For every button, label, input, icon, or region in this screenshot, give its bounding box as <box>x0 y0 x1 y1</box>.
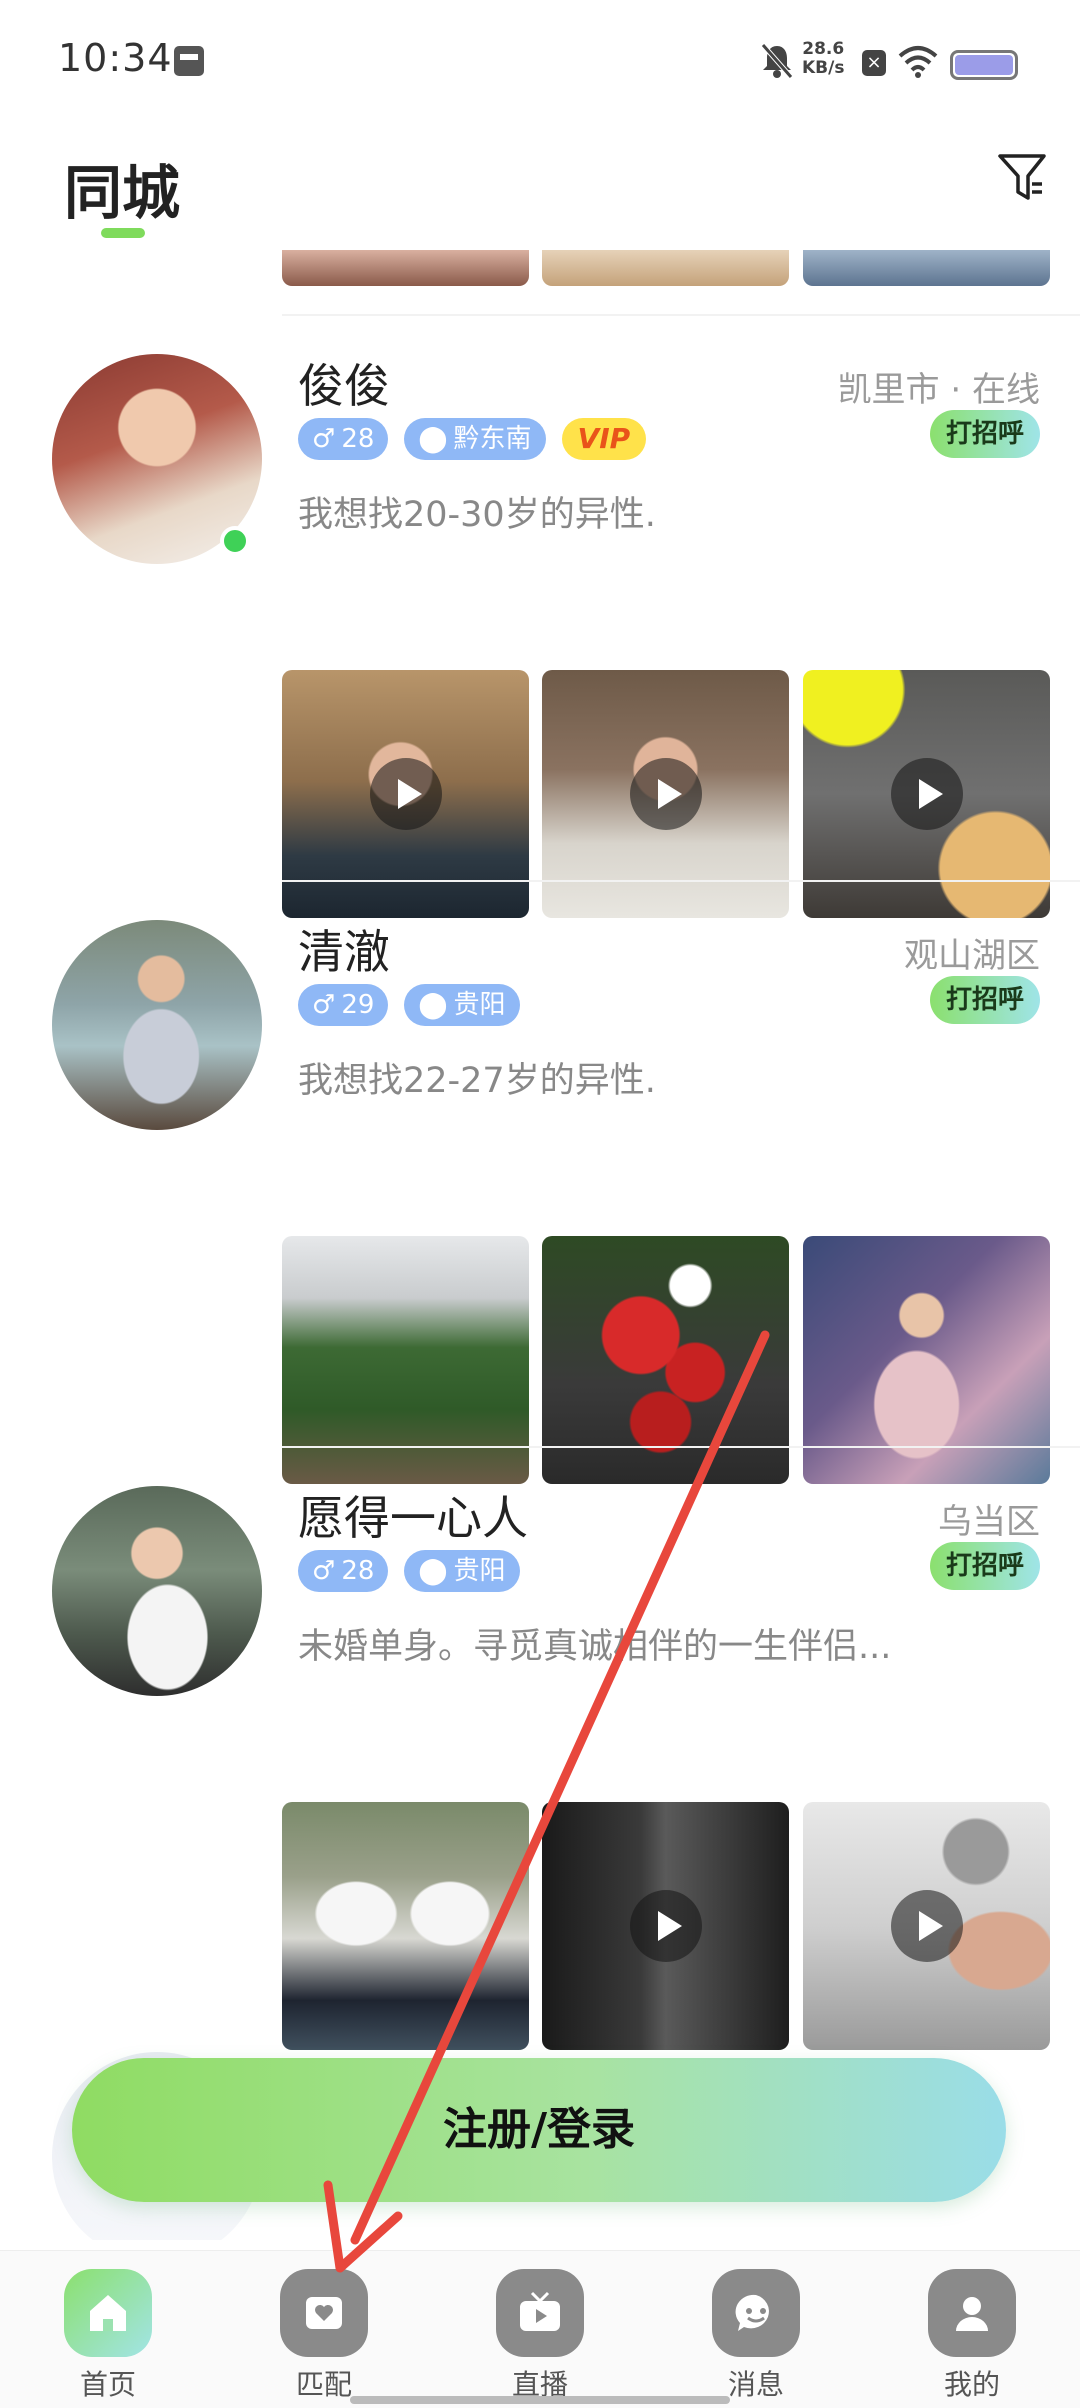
photo-thumbnail[interactable] <box>282 1802 529 2050</box>
battery-icon <box>950 50 1018 80</box>
user-tags: ♂ 28 ⬤ 贵阳 <box>298 1550 520 1592</box>
location-pin-icon: ⬤ <box>418 1556 448 1586</box>
home-icon <box>64 2269 152 2357</box>
tab-indicator <box>101 228 145 238</box>
register-login-button[interactable]: 注册/登录 <box>72 2058 1006 2202</box>
divider <box>282 880 1080 882</box>
video-thumbnail[interactable] <box>803 1802 1050 2050</box>
nav-item-match[interactable]: 匹配 <box>264 2265 384 2401</box>
user-location: 凯里市 · 在线 <box>837 370 1040 410</box>
status-bar: 10:34 28.6 KB/s × <box>0 0 1080 120</box>
media-row <box>282 1802 1050 2050</box>
user-bio: 我想找20-30岁的异性. <box>298 495 656 535</box>
user-feed[interactable]: 俊俊 凯里市 · 在线 ♂ 28 ⬤ 黔东南 VIP 打招呼 我想找20-30岁的异… <box>0 250 1080 2240</box>
play-icon <box>891 1890 963 1962</box>
online-status-dot <box>220 526 250 556</box>
region-tag: ⬤ 黔东南 <box>404 418 546 460</box>
avatar[interactable] <box>52 920 262 1130</box>
nav-item-messages[interactable]: 消息 <box>696 2265 816 2401</box>
user-name[interactable]: 清澈 <box>298 916 390 982</box>
user-name[interactable]: 俊俊 <box>298 350 390 416</box>
user-bio: 我想找22-27岁的异性. <box>298 1061 656 1101</box>
home-indicator <box>350 2396 730 2404</box>
user-location: 乌当区 <box>938 1502 1040 1542</box>
region-value: 黔东南 <box>453 424 532 454</box>
net-speed-value: 28.6 <box>802 39 845 59</box>
region-value: 贵阳 <box>453 1556 506 1586</box>
divider <box>282 1446 1080 1448</box>
location-pin-icon: ⬤ <box>418 990 448 1020</box>
location-pin-icon: ⬤ <box>418 424 448 454</box>
live-tv-icon <box>496 2269 584 2357</box>
page-title[interactable]: 同城 <box>64 146 180 230</box>
age-value: 28 <box>341 424 375 454</box>
user-bio: 未婚单身。寻觅真诚相伴的一生伴侣... <box>298 1627 892 1667</box>
wifi-icon <box>898 46 938 78</box>
male-icon: ♂ <box>312 1556 336 1586</box>
no-sim-icon: × <box>862 50 886 76</box>
age-tag: ♂ 28 <box>298 1550 389 1592</box>
bottom-navigation: 首页 匹配 直播 消息 我的 <box>0 2250 1080 2408</box>
age-value: 29 <box>341 990 375 1020</box>
age-tag: ♂ 28 <box>298 418 389 460</box>
message-icon <box>712 2269 800 2357</box>
nav-label: 我的 <box>943 2368 1000 2401</box>
play-icon <box>891 758 963 830</box>
media-thumbnail[interactable] <box>803 250 1050 286</box>
nav-label: 首页 <box>79 2368 136 2401</box>
play-icon <box>370 758 442 830</box>
user-card[interactable]: 俊俊 凯里市 · 在线 ♂ 28 ⬤ 黔东南 VIP 打招呼 我想找20-30岁的异… <box>0 318 1080 918</box>
user-name[interactable]: 愿得一心人 <box>298 1482 528 1548</box>
media-thumbnail[interactable] <box>282 250 529 286</box>
play-icon <box>630 1890 702 1962</box>
age-tag: ♂ 29 <box>298 984 389 1026</box>
greet-button[interactable]: 打招呼 <box>929 1542 1040 1590</box>
media-thumbnail[interactable] <box>542 250 789 286</box>
vip-badge: VIP <box>561 418 647 460</box>
mute-bell-icon <box>761 43 793 79</box>
age-value: 28 <box>341 1556 375 1586</box>
network-speed: 28.6 KB/s <box>802 40 844 78</box>
net-speed-unit: KB/s <box>802 58 845 78</box>
status-time: 10:34 <box>58 36 173 80</box>
nav-item-home[interactable]: 首页 <box>48 2265 168 2401</box>
match-icon <box>280 2269 368 2357</box>
male-icon: ♂ <box>312 424 336 454</box>
avatar[interactable] <box>52 1486 262 1696</box>
region-value: 贵阳 <box>453 990 506 1020</box>
notification-icon <box>174 46 204 76</box>
play-icon <box>630 758 702 830</box>
user-card[interactable]: 愿得一心人 乌当区 ♂ 28 ⬤ 贵阳 打招呼 未婚单身。寻觅真诚相伴的一生伴侣..… <box>0 1450 1080 2050</box>
divider <box>282 314 1080 316</box>
user-tags: ♂ 29 ⬤ 贵阳 <box>298 984 520 1026</box>
user-card[interactable]: 清澈 观山湖区 ♂ 29 ⬤ 贵阳 打招呼 我想找22-27岁的异性. <box>0 884 1080 1484</box>
video-thumbnail[interactable] <box>542 1802 789 2050</box>
nav-item-profile[interactable]: 我的 <box>912 2265 1032 2401</box>
greet-button[interactable]: 打招呼 <box>929 976 1040 1024</box>
user-location: 观山湖区 <box>904 936 1040 976</box>
male-icon: ♂ <box>312 990 336 1020</box>
greet-button[interactable]: 打招呼 <box>929 410 1040 458</box>
filter-icon[interactable] <box>996 150 1048 206</box>
user-tags: ♂ 28 ⬤ 黔东南 VIP <box>298 418 647 460</box>
region-tag: ⬤ 贵阳 <box>404 984 520 1026</box>
region-tag: ⬤ 贵阳 <box>404 1550 520 1592</box>
nav-item-live[interactable]: 直播 <box>480 2265 600 2401</box>
profile-icon <box>928 2269 1016 2357</box>
